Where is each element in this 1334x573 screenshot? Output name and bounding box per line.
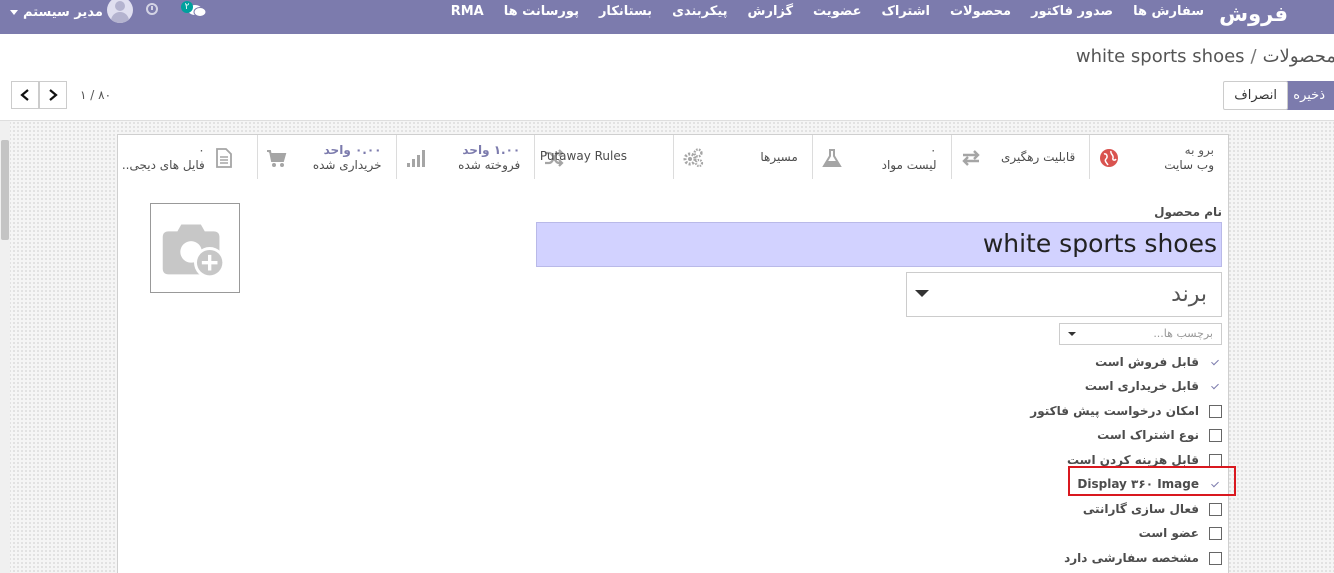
checkbox-row-custom-attribute: مشخصه سفارشی دارد [1064, 548, 1222, 568]
checkbox-row-subscription-type: نوع اشتراک است [1097, 425, 1222, 445]
putaway-label: Putaway Rules [539, 149, 627, 163]
scrollbar[interactable] [0, 121, 10, 573]
highlight-box [1068, 466, 1236, 496]
subscription-type-checkbox[interactable] [1209, 428, 1222, 442]
sold-button[interactable]: ۱.۰۰ واحد فروخته شده [395, 135, 535, 179]
chevron-left-icon [20, 89, 29, 101]
caret-down-icon [915, 290, 929, 297]
menu-item-credit[interactable]: بستانکار [599, 4, 652, 19]
checkbox-row-can-be-sold: قابل فروش است [1095, 352, 1222, 372]
cogs-icon [683, 148, 704, 168]
website-line1: برو به [1184, 143, 1214, 157]
product-name-label: نام محصول [1154, 205, 1222, 219]
menu-item-reporting[interactable]: گزارش [748, 4, 794, 19]
quotation-request-label: امکان درخواست پیش فاکتور [1030, 404, 1199, 418]
menu-item-rma[interactable]: RMA [451, 4, 484, 19]
menu-item-invoicing[interactable]: صدور فاکتور [1031, 4, 1113, 19]
digital-files-count: ۰ [198, 143, 205, 157]
product-name-input[interactable]: white sports shoes [536, 222, 1222, 267]
traceability-button[interactable]: قابلیت رهگیری [950, 135, 1090, 179]
scrollbar-thumb[interactable] [1, 140, 9, 240]
digital-files-label: فایل های دیجی.. [121, 158, 205, 172]
warranty-label: فعال سازی گارانتی [1082, 502, 1199, 516]
go-to-website-button[interactable]: برو به وب سایت [1089, 135, 1228, 179]
routes-button[interactable]: مسیرها [673, 135, 812, 179]
subscription-type-label: نوع اشتراک است [1097, 428, 1199, 442]
menu-item-products[interactable]: محصولات [950, 4, 1011, 19]
breadcrumb-separator: / [1250, 46, 1257, 67]
user-menu[interactable]: مدیر سیستم [10, 0, 133, 24]
quotation-request-checkbox[interactable] [1209, 404, 1222, 418]
checkbox-row-quotation-request: امکان درخواست پیش فاکتور [1030, 401, 1222, 421]
caret-down-icon [10, 9, 18, 15]
checkbox-row-can-be-purchased: قابل خریداری است [1085, 376, 1222, 396]
app-brand[interactable]: فروش [1219, 2, 1288, 26]
discard-button[interactable]: انصراف [1223, 81, 1288, 110]
checkbox-row-is-member: عضو است [1139, 523, 1222, 543]
main-menu: سفارش ها صدور فاکتور محصولات اشتراک عضوی… [451, 4, 1204, 19]
purchased-quantity: ۰.۰۰ واحد [323, 143, 382, 157]
warranty-checkbox[interactable] [1209, 502, 1222, 516]
traceability-label: قابلیت رهگیری [1000, 150, 1076, 164]
menu-item-orders[interactable]: سفارش ها [1133, 4, 1204, 19]
user-name: مدیر سیستم [23, 4, 103, 20]
camera-plus-icon [162, 224, 226, 279]
routes-label: مسیرها [760, 150, 798, 164]
globe-icon [1100, 149, 1119, 167]
chat-count-badge: ۲ [181, 1, 193, 13]
clock-icon[interactable] [146, 3, 158, 15]
can-be-expensed-checkbox[interactable] [1209, 453, 1222, 467]
pager-prev-button[interactable] [11, 81, 39, 109]
putaway-rules-button[interactable]: Putaway Rules [534, 135, 673, 179]
save-button[interactable]: ذخیره [1282, 81, 1334, 110]
flask-icon [821, 149, 842, 167]
brand-select-value: برند [1171, 282, 1207, 307]
menu-item-membership[interactable]: عضویت [813, 4, 861, 19]
sold-label: فروخته شده [458, 158, 521, 172]
menu-item-commissions[interactable]: پورسانت ها [504, 4, 579, 19]
website-line2: وب سایت [1164, 158, 1214, 172]
pager-value[interactable]: ۱ / ۸۰ [80, 88, 111, 102]
custom-attribute-checkbox[interactable] [1209, 551, 1222, 565]
tags-input[interactable]: برچسب ها... [1059, 323, 1222, 345]
form-sheet: برو به وب سایت قابلیت رهگیری ۰ لیست مواد… [117, 134, 1236, 573]
avatar [106, 0, 133, 23]
can-be-purchased-label: قابل خریداری است [1084, 379, 1199, 393]
can-be-expensed-label: قابل هزینه کردن است [1066, 453, 1199, 467]
can-be-sold-checkbox[interactable] [1209, 355, 1222, 369]
top-navbar: فروش سفارش ها صدور فاکتور محصولات اشتراک… [0, 0, 1334, 34]
is-member-label: عضو است [1138, 526, 1199, 540]
signal-icon [406, 150, 425, 167]
sold-quantity: ۱.۰۰ واحد [462, 143, 521, 157]
bom-label: لیست مواد [881, 158, 937, 172]
custom-attribute-label: مشخصه سفارشی دارد [1064, 551, 1199, 565]
exchange-icon [961, 150, 980, 166]
is-member-checkbox[interactable] [1209, 526, 1222, 540]
product-image-field[interactable] [150, 203, 240, 293]
brand-select[interactable]: برند [906, 272, 1222, 317]
bom-button[interactable]: ۰ لیست مواد [811, 135, 951, 179]
checkbox-row-warranty: فعال سازی گارانتی [1083, 499, 1222, 519]
pager-next-button[interactable] [39, 81, 67, 109]
tags-placeholder: برچسب ها... [1153, 327, 1213, 340]
cart-icon [266, 150, 287, 167]
breadcrumb-parent[interactable]: محصولات [1263, 46, 1334, 67]
menu-item-configuration[interactable]: پیکربندی [672, 4, 727, 19]
menu-item-subscription[interactable]: اشتراک [882, 4, 930, 19]
chevron-right-icon [49, 89, 58, 101]
digital-files-button[interactable]: ۰ فایل های دیجی.. [118, 135, 257, 179]
purchased-label: خریداری شده [312, 158, 382, 172]
smart-button-box: برو به وب سایت قابلیت رهگیری ۰ لیست مواد… [118, 135, 1228, 179]
breadcrumb: محصولات /white sports shoes [1076, 46, 1334, 67]
caret-down-icon [1068, 332, 1076, 336]
breadcrumb-current: white sports shoes [1075, 46, 1245, 67]
file-icon [215, 148, 232, 168]
can-be-sold-label: قابل فروش است [1095, 355, 1199, 369]
purchased-button[interactable]: ۰.۰۰ واحد خریداری شده [256, 135, 396, 179]
bom-count: ۰ [930, 143, 937, 157]
can-be-purchased-checkbox[interactable] [1209, 379, 1222, 393]
